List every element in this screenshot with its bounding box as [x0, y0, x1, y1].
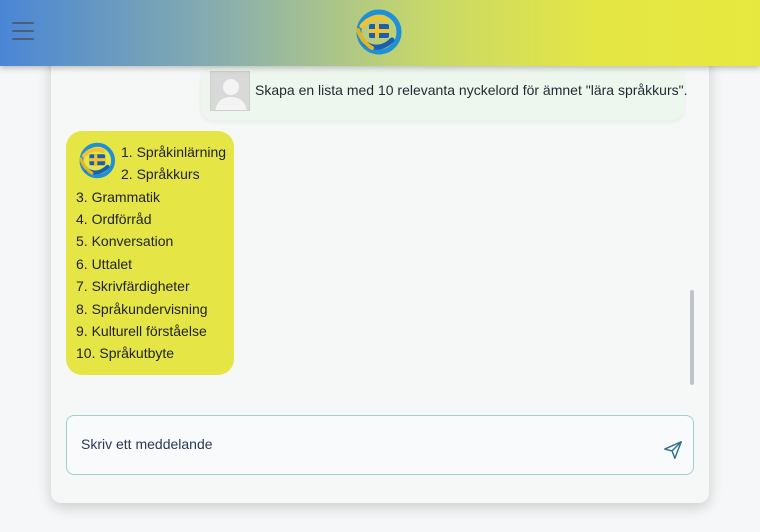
hamburger-menu-icon[interactable] [12, 22, 34, 40]
bot-list-item: 2. Språkkurs [121, 166, 200, 182]
bot-list-item: 7. Skrivfärdigheter [76, 278, 190, 294]
bot-list-item: 8. Språkundervisning [76, 301, 208, 317]
bot-list-item: 6. Uttalet [76, 256, 133, 272]
bot-list-item: 5. Konversation [76, 233, 174, 249]
user-message-text: Skapa en lista med 10 relevanta nyckelor… [255, 82, 688, 98]
bot-list-item: 4. Ordförråd [76, 211, 152, 227]
bot-list-item: 3. Grammatik [76, 189, 161, 205]
user-avatar-icon [210, 71, 250, 111]
bot-logo-icon [79, 142, 116, 179]
bot-list-item: 1. Språkinlärning [121, 144, 227, 160]
message-input[interactable] [81, 434, 641, 454]
bot-list-item: 9. Kulturell förståelse [76, 323, 207, 339]
send-icon[interactable] [662, 439, 684, 461]
app-logo-icon[interactable] [352, 6, 404, 58]
top-bar [0, 0, 760, 66]
bot-list-item: 10. Språkutbyte [76, 345, 175, 361]
chat-scrollbar[interactable] [690, 290, 694, 385]
